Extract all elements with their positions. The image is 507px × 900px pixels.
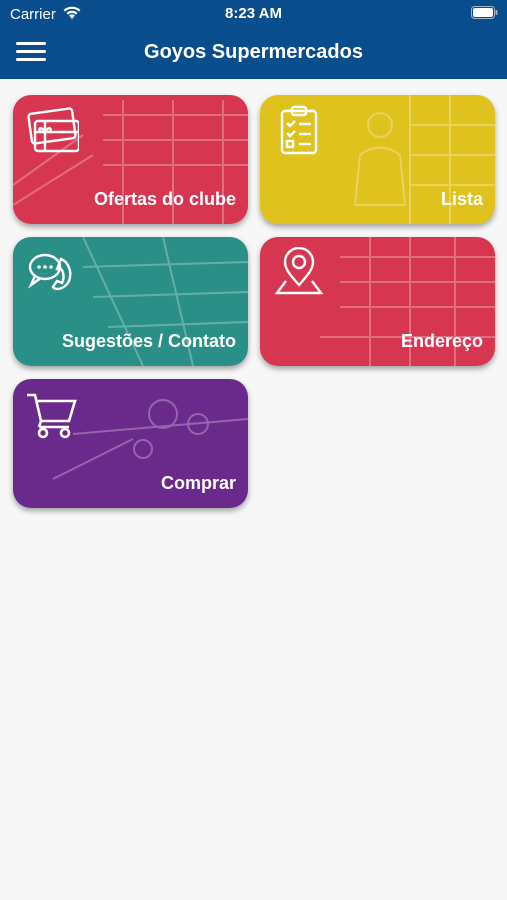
tile-sugestoes-contato[interactable]: Sugestões / Contato xyxy=(13,237,248,366)
status-bar: Carrier 8:23 AM xyxy=(0,0,507,28)
tile-endereco[interactable]: Endereço xyxy=(260,237,495,366)
tile-label: Ofertas do clube xyxy=(93,189,236,209)
tile-label: Lista xyxy=(440,189,483,209)
clock: 8:23 AM xyxy=(225,5,282,22)
tile-label: Sugestões / Contato xyxy=(61,331,236,351)
clipboard-checklist-icon xyxy=(280,105,318,155)
tile-ofertas-do-clube[interactable]: Ofertas do clube xyxy=(13,95,248,224)
tile-comprar[interactable]: Comprar xyxy=(13,379,248,508)
page-title: Goyos Supermercados xyxy=(144,41,363,63)
shopping-cart-icon xyxy=(27,393,77,439)
tile-label: Endereço xyxy=(400,331,483,351)
chat-phone-icon xyxy=(28,253,72,291)
gift-card-icon xyxy=(27,107,79,153)
tile-lista[interactable]: Lista xyxy=(260,95,495,224)
tile-label: Comprar xyxy=(160,473,236,493)
battery-icon xyxy=(471,6,498,19)
map-pin-icon xyxy=(274,247,324,295)
app-header: Carrier 8:23 AM Goyos Supermercados xyxy=(0,0,507,79)
